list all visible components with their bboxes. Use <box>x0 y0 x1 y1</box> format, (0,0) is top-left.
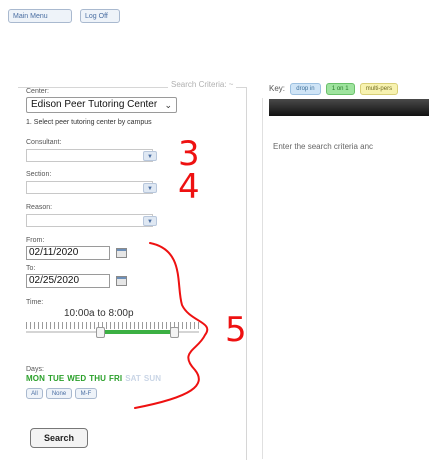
days-none-button[interactable]: None <box>46 388 72 399</box>
chevron-down-icon: ▼ <box>147 154 153 160</box>
from-date-input[interactable]: 02/11/2020 <box>26 246 110 260</box>
results-message: Enter the search criteria anc <box>273 142 374 151</box>
log-off-button[interactable]: Log Off <box>80 9 120 23</box>
calendar-icon[interactable] <box>116 276 127 286</box>
to-date-input[interactable]: 02/25/2020 <box>26 274 110 288</box>
time-label: Time: <box>26 299 44 306</box>
chevron-down-icon: ▼ <box>147 219 153 225</box>
reason-input[interactable] <box>26 214 153 227</box>
center-help-text: 1. Select peer tutoring center by campus <box>26 119 152 126</box>
center-select-value: Edison Peer Tutoring Center <box>31 99 158 110</box>
day-toggle-mon[interactable]: MON <box>26 374 45 383</box>
time-slider-end-handle[interactable] <box>170 327 179 338</box>
results-panel <box>262 98 429 459</box>
section-input[interactable] <box>26 181 153 194</box>
time-slider-range <box>104 330 174 334</box>
to-label: To: <box>26 265 36 272</box>
time-range-text: 10:00a to 8:00p <box>64 308 134 319</box>
day-toggle-sat[interactable]: SAT <box>125 374 141 383</box>
key-chip-drop-in: drop in <box>290 83 321 95</box>
chevron-down-icon: ⌄ <box>164 100 172 110</box>
consultant-input[interactable] <box>26 149 153 162</box>
from-label: From: <box>26 237 45 244</box>
day-toggle-sun[interactable]: SUN <box>144 374 161 383</box>
annotation-number-5: 5 <box>225 310 247 350</box>
reason-label: Reason: <box>26 204 53 211</box>
calendar-icon[interactable] <box>116 248 127 258</box>
day-toggle-wed[interactable]: WED <box>67 374 86 383</box>
day-toggle-thu[interactable]: THU <box>89 374 106 383</box>
key-label: Key: <box>269 84 286 94</box>
results-header-bar <box>269 99 429 116</box>
days-label: Days: <box>26 366 44 373</box>
section-label: Section: <box>26 171 52 178</box>
search-criteria-legend: Search Criteria: ~ <box>168 80 237 89</box>
days-all-button[interactable]: All <box>26 388 43 399</box>
center-label: Center: <box>26 88 49 95</box>
days-mf-button[interactable]: M-F <box>75 388 97 399</box>
reason-dropdown-button[interactable]: ▼ <box>143 216 157 226</box>
consultant-label: Consultant: <box>26 139 62 146</box>
key-chip-one-on-one: 1 on 1 <box>325 83 355 95</box>
days-toggle-group: MON TUE WED THU FRI SAT SUN <box>26 374 164 383</box>
time-slider-start-handle[interactable] <box>96 327 105 338</box>
day-toggle-fri[interactable]: FRI <box>109 374 122 383</box>
section-dropdown-button[interactable]: ▼ <box>143 183 157 193</box>
main-menu-button[interactable]: Main Menu <box>8 9 72 23</box>
center-select[interactable]: Edison Peer Tutoring Center ⌄ <box>26 97 177 113</box>
annotation-number-3: 3 <box>178 134 200 174</box>
search-criteria-panel: Search Criteria: ~ Center: Edison Peer T… <box>18 80 247 460</box>
search-button[interactable]: Search <box>30 428 88 448</box>
annotation-number-4: 4 <box>178 167 200 207</box>
key-chip-multi-person: multi-pers <box>359 83 399 95</box>
day-toggle-tue[interactable]: TUE <box>48 374 64 383</box>
key-legend: Key: drop in 1 on 1 multi-pers <box>269 83 401 95</box>
consultant-dropdown-button[interactable]: ▼ <box>143 151 157 161</box>
chevron-down-icon: ▼ <box>147 186 153 192</box>
